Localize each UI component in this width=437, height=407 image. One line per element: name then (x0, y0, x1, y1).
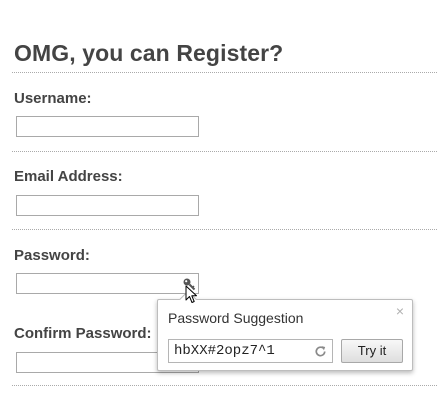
divider (12, 229, 437, 230)
password-label: Password: (14, 247, 90, 264)
divider (12, 72, 437, 73)
try-it-button[interactable]: Try it (341, 339, 403, 363)
cursor-icon (185, 285, 197, 303)
email-input[interactable] (16, 195, 199, 216)
page-title: OMG, you can Register? (14, 40, 284, 66)
confirm-password-label: Confirm Password: (14, 325, 152, 342)
popup-title: Password Suggestion (168, 310, 304, 326)
username-label: Username: (14, 90, 92, 107)
divider (12, 385, 437, 386)
divider (12, 151, 437, 152)
suggested-password: hbXX#2opz7^1 (174, 343, 275, 359)
close-icon[interactable]: × (396, 304, 404, 318)
refresh-icon[interactable] (313, 344, 328, 359)
username-input[interactable] (16, 116, 199, 137)
password-suggestion-popup: Password Suggestion × hbXX#2opz7^1 Try i… (157, 299, 413, 371)
suggested-password-field[interactable]: hbXX#2opz7^1 (168, 339, 333, 363)
email-label: Email Address: (14, 168, 123, 185)
password-input[interactable] (16, 273, 199, 294)
